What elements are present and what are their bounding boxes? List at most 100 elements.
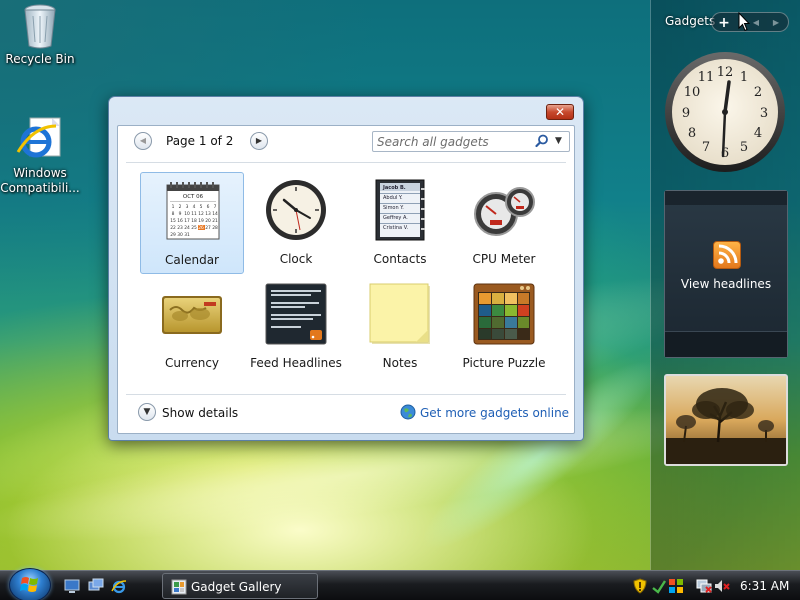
- svg-text:15: 15: [170, 218, 176, 224]
- svg-text:28: 28: [212, 225, 218, 231]
- svg-text:29: 29: [170, 232, 176, 238]
- contact-name: Cristina V.: [383, 225, 408, 231]
- get-more-gadgets-link[interactable]: Get more gadgets online: [400, 403, 569, 423]
- update-icon[interactable]: [668, 578, 684, 594]
- gadget-label: Contacts: [373, 252, 427, 266]
- currency-icon: [162, 296, 222, 334]
- show-details-label[interactable]: Show details: [162, 406, 238, 420]
- svg-text:7: 7: [214, 204, 217, 210]
- previous-gadget-button[interactable]: ◀: [748, 15, 764, 31]
- svg-text:7: 7: [702, 140, 710, 155]
- taskbar: Gadget Gallery 6:31 AM: [0, 568, 800, 600]
- rss-feed-icon: [713, 241, 741, 269]
- gadget-tile-feed-headlines[interactable]: Feed Headlines: [244, 276, 348, 378]
- switch-windows-icon[interactable]: [88, 578, 104, 594]
- network-icon[interactable]: [696, 578, 712, 594]
- gadget-tile-notes[interactable]: Notes: [348, 276, 452, 378]
- svg-text:19: 19: [198, 218, 204, 224]
- svg-text:12: 12: [717, 65, 734, 80]
- divider: [126, 162, 566, 163]
- slideshow-gadget[interactable]: [664, 374, 788, 466]
- start-button[interactable]: [9, 568, 51, 600]
- chevron-down-icon[interactable]: ▼: [138, 403, 156, 421]
- svg-text:20: 20: [205, 218, 211, 224]
- divider: [126, 394, 566, 395]
- svg-text:22: 22: [170, 225, 176, 231]
- chevron-down-icon[interactable]: ▼: [555, 134, 567, 148]
- gadget-tile-cpu-meter[interactable]: CPU Meter: [452, 172, 556, 274]
- clock-gadget[interactable]: 12 12 345 678 91011: [663, 50, 787, 174]
- gadget-gallery-window: ✕ ◀ Page 1 of 2 ▶ ▼: [108, 96, 584, 441]
- previous-page-button[interactable]: ◀: [134, 132, 152, 150]
- calendar-icon: OCT 06 1234567 8 9 10 11 12 13 14 15 16 17 18 19 20…: [166, 182, 220, 240]
- desktop-icon-label: Windows Compatibili...: [0, 166, 80, 195]
- view-headlines-label[interactable]: View headlines: [665, 277, 787, 291]
- sidebar-title: Gadgets: [665, 14, 716, 28]
- picture-puzzle-icon: [473, 283, 535, 345]
- svg-text:1: 1: [740, 70, 748, 85]
- internet-explorer-icon[interactable]: [111, 578, 127, 594]
- feed-headlines-gadget[interactable]: View headlines: [664, 190, 788, 358]
- svg-text:5: 5: [200, 204, 203, 210]
- svg-text:2: 2: [179, 204, 182, 210]
- contact-name: Simon Y.: [383, 205, 404, 211]
- gadget-tile-calendar[interactable]: OCT 06 1234567 8 9 10 11 12 13 14 15 16 17 18 19 20…: [140, 172, 244, 274]
- feed-gadget-bottom: [665, 331, 787, 357]
- page-indicator: Page 1 of 2: [166, 134, 234, 148]
- gadget-tile-contacts[interactable]: Jacob B. Abdul Y. Simon Y. Geffrey A. Cr…: [348, 172, 452, 274]
- get-more-gadgets-label[interactable]: Get more gadgets online: [420, 406, 569, 420]
- desktop-icon-recycle-bin[interactable]: Recycle Bin: [0, 2, 82, 67]
- search-input[interactable]: [377, 134, 527, 149]
- recycle-bin-icon: [24, 4, 56, 49]
- windows-sidebar: Gadgets + ◀ ▶ 12 1 2 345 678 9 10 11 Vie…: [650, 0, 800, 570]
- svg-text:3: 3: [760, 106, 768, 121]
- security-shield-icon[interactable]: [632, 578, 648, 594]
- calendar-highlight-day: 26: [198, 225, 204, 231]
- svg-text:2: 2: [754, 85, 762, 100]
- taskbar-button-gadget-gallery[interactable]: Gadget Gallery: [162, 573, 318, 599]
- volume-muted-icon[interactable]: [714, 578, 730, 594]
- svg-text:17: 17: [184, 218, 190, 224]
- taskbar-button-label: Gadget Gallery: [191, 580, 282, 594]
- gadget-tile-picture-puzzle[interactable]: Picture Puzzle: [452, 276, 556, 378]
- taskbar-clock[interactable]: 6:31 AM: [740, 579, 789, 593]
- mouse-cursor-icon: [738, 12, 750, 32]
- svg-text:18: 18: [191, 218, 197, 224]
- show-details-toggle[interactable]: ▼ Show details: [138, 403, 248, 423]
- svg-text:16: 16: [177, 218, 183, 224]
- next-page-button[interactable]: ▶: [250, 132, 268, 150]
- gallery-content: ◀ Page 1 of 2 ▶ ▼ OCT 06: [117, 125, 575, 434]
- desktop-icon-windows-compatibility[interactable]: Windows Compatibili...: [0, 116, 82, 196]
- svg-text:10: 10: [184, 211, 190, 217]
- svg-text:10: 10: [684, 85, 701, 100]
- svg-text:3: 3: [186, 204, 189, 210]
- svg-text:1: 1: [172, 204, 175, 210]
- gadget-tile-currency[interactable]: Currency: [140, 276, 244, 378]
- sidebar-controls: + ◀ ▶: [711, 12, 789, 32]
- svg-text:14: 14: [212, 211, 218, 217]
- calendar-month-label: OCT 06: [183, 194, 204, 200]
- windows-defender-icon[interactable]: [651, 578, 667, 594]
- tree-landscape-photo: [666, 376, 786, 464]
- svg-text:11: 11: [698, 70, 715, 85]
- search-icon[interactable]: [535, 134, 549, 148]
- sidebar-header: Gadgets + ◀ ▶: [665, 12, 789, 32]
- svg-text:12: 12: [198, 211, 204, 217]
- add-gadget-button[interactable]: +: [716, 15, 732, 31]
- close-button[interactable]: ✕: [546, 104, 574, 120]
- svg-text:8: 8: [172, 211, 175, 217]
- svg-text:27: 27: [205, 225, 211, 231]
- svg-text:9: 9: [682, 106, 690, 121]
- svg-text:13: 13: [205, 211, 211, 217]
- svg-text:30: 30: [177, 232, 183, 238]
- svg-text:25: 25: [191, 225, 197, 231]
- contact-name: Jacob B.: [382, 185, 406, 191]
- gadget-label: Calendar: [165, 253, 219, 267]
- search-box[interactable]: ▼: [372, 131, 570, 152]
- svg-text:21: 21: [212, 218, 218, 224]
- show-desktop-icon[interactable]: [64, 578, 80, 594]
- gadget-tile-clock[interactable]: Clock: [244, 172, 348, 274]
- next-gadget-button[interactable]: ▶: [768, 15, 784, 31]
- gadget-label: Currency: [164, 356, 220, 370]
- svg-text:31: 31: [184, 232, 190, 238]
